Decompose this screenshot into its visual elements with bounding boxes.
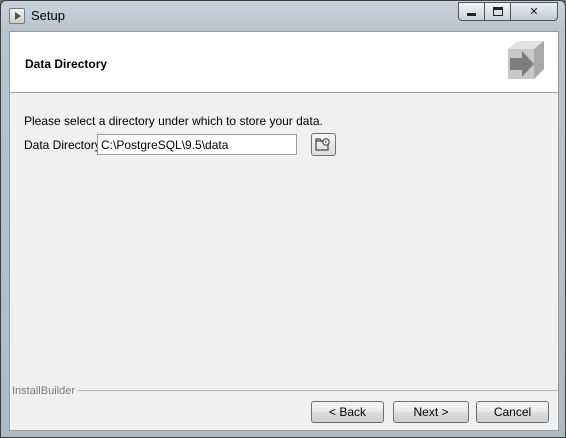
cancel-button[interactable]: Cancel — [476, 401, 549, 423]
app-icon — [9, 8, 25, 24]
directory-prompt: Please select a directory under which to… — [24, 114, 323, 128]
minimize-button[interactable] — [458, 2, 485, 21]
footer-divider — [75, 390, 558, 391]
setup-window: Setup ✕ Data Directory Please select a d… — [0, 0, 566, 438]
back-button[interactable]: < Back — [311, 401, 384, 423]
wizard-body: Data Directory Please select a directory… — [9, 31, 559, 431]
folder-browse-icon — [315, 138, 330, 151]
browse-button[interactable] — [311, 133, 336, 156]
next-button[interactable]: Next > — [393, 401, 469, 423]
title-bar[interactable]: Setup ✕ — [1, 1, 565, 31]
maximize-button[interactable] — [484, 2, 511, 21]
maximize-icon — [492, 7, 503, 16]
data-directory-label: Data Directory — [24, 138, 101, 152]
close-icon: ✕ — [529, 5, 539, 18]
installbuilder-brand: InstallBuilder — [12, 385, 78, 397]
window-title: Setup — [31, 8, 65, 23]
data-directory-input[interactable] — [97, 134, 297, 155]
page-title: Data Directory — [25, 57, 108, 71]
wizard-header: Data Directory — [10, 32, 558, 93]
package-arrow-icon — [508, 41, 544, 79]
minimize-icon — [467, 13, 476, 16]
close-button[interactable]: ✕ — [510, 2, 558, 21]
